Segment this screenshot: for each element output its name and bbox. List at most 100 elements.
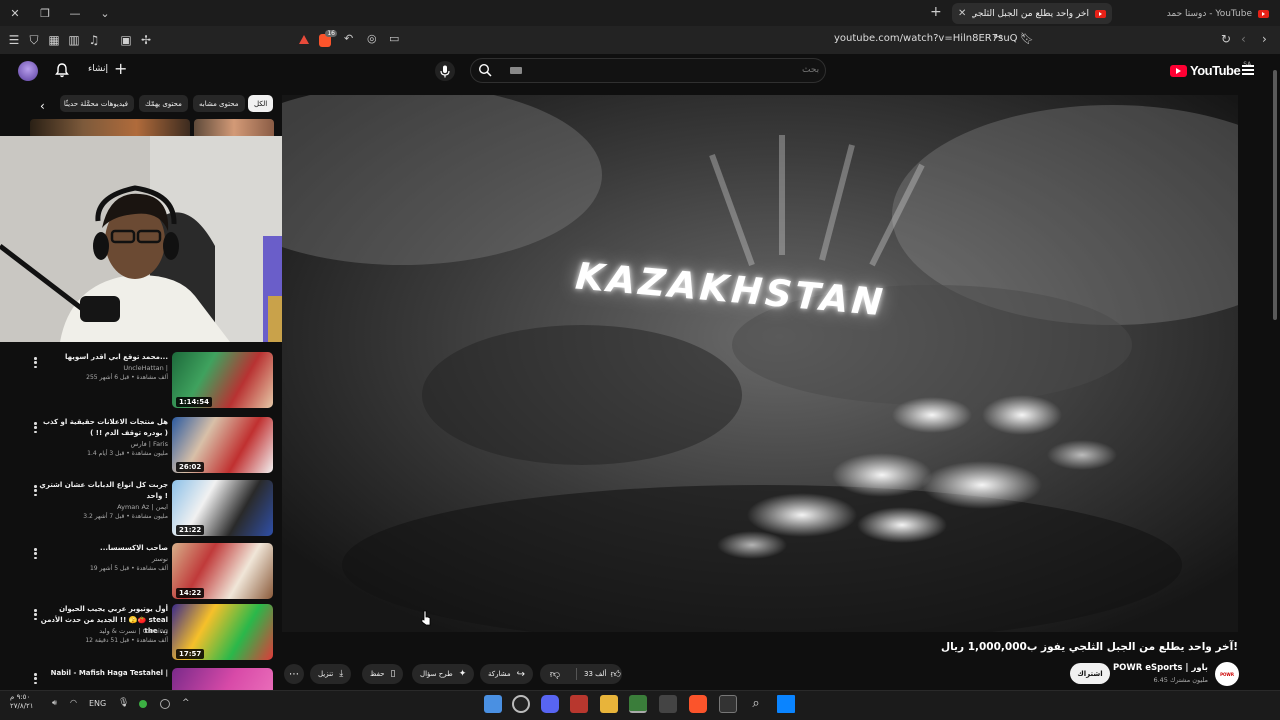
like-button[interactable]: 33 ألف 👍︎	[583, 668, 622, 680]
partial-thumbnail[interactable]	[30, 119, 190, 137]
tray-mic-icon[interactable]: 🎙︎	[118, 698, 129, 708]
back-icon[interactable]: ‹	[1241, 32, 1246, 46]
create-button[interactable]: إنشاء +	[88, 61, 127, 77]
shield-icon[interactable]: ⛉	[24, 26, 44, 54]
minimize-window-icon[interactable]: —	[60, 0, 90, 26]
recommendation-title[interactable]: ...صاحب الاكسسسا	[38, 543, 168, 554]
tab-inactive[interactable]: دوستا حمد - YouTube	[1140, 3, 1275, 24]
notifications-bell-icon[interactable]	[54, 62, 70, 78]
taskbar-app-icon[interactable]	[484, 695, 502, 713]
undo-icon[interactable]: ↶	[344, 32, 353, 45]
subscribe-button[interactable]: اشتراك	[1070, 663, 1110, 684]
channel-avatar[interactable]: POWR	[1215, 662, 1239, 686]
sidebar-icon[interactable]: ▥	[64, 26, 84, 54]
chip-for-you[interactable]: محتوى يهمّك	[139, 95, 188, 112]
screenshot-icon[interactable]: ▣	[116, 26, 136, 54]
forward-icon[interactable]: ›	[1262, 32, 1267, 46]
taskbar-folder-icon[interactable]	[600, 695, 618, 713]
input-language[interactable]: ENG	[89, 699, 106, 708]
download-button[interactable]: تنزيل ⤓	[310, 664, 352, 684]
wifi-icon[interactable]: ◠	[70, 698, 80, 708]
recommendation-item[interactable]: 26:02 هل منتجات الاعلانات حقيقية او كذب (…	[30, 417, 274, 475]
restore-window-icon[interactable]: ❐	[30, 0, 60, 26]
recommendation-channel[interactable]: نوستر	[152, 555, 168, 563]
site-settings-icon[interactable]: ⚯	[994, 32, 1002, 43]
microphone-icon	[440, 65, 450, 77]
taskbar-discord-icon[interactable]	[541, 695, 559, 713]
taskbar-app-icon[interactable]	[629, 695, 647, 713]
recommendation-meta: 19 ألف مشاهدة • قبل 5 أشهر	[89, 565, 168, 572]
taskbar-app-icon[interactable]	[659, 695, 677, 713]
chip-recently-uploaded[interactable]: فيديوهات محمَّلة حديثًا	[60, 95, 134, 112]
tab-active[interactable]: ✕ آخر واحد يطلع من الجبل الثلجي يفو	[952, 3, 1112, 24]
guide-menu-icon[interactable]	[1242, 65, 1254, 75]
more-actions-icon[interactable]: ⋯	[284, 664, 304, 684]
cast-icon[interactable]: ▭	[389, 32, 399, 45]
more-options-icon[interactable]	[34, 609, 37, 620]
close-tab-icon[interactable]: ✕	[958, 8, 966, 19]
recommendation-channel[interactable]: فارس | Faris	[131, 440, 168, 448]
recommendation-item[interactable]: 17:57 أول يوتيوبر عربي يجيب الحيوان الجدي…	[30, 604, 274, 662]
share-button[interactable]: مشاركة ↪	[480, 664, 533, 684]
search-input[interactable]	[470, 58, 826, 83]
chip-related[interactable]: محتوى مشابه	[193, 95, 245, 112]
taskbar-app-icon[interactable]	[570, 695, 588, 713]
recommendation-title[interactable]: محمد توقع ابي اقدر اسويها...	[38, 352, 168, 363]
create-label: إنشاء	[88, 64, 109, 74]
kebab-dot	[34, 489, 37, 492]
more-options-icon[interactable]	[34, 485, 37, 496]
save-button[interactable]: حفظ ▯	[362, 664, 404, 684]
recommendation-title[interactable]: جربت كل انواع الدبابات عشان اشتري واحد !	[38, 480, 168, 502]
dislike-button[interactable]: 👎︎	[540, 664, 570, 684]
recommendation-channel[interactable]: Ayman Az | ايمن	[117, 503, 168, 511]
taskbar-clock[interactable]: ٩:٥٠ م ٢٧/٨/٢١	[10, 693, 34, 711]
extensions-icon[interactable]: ✢	[136, 26, 156, 54]
partial-thumbnail[interactable]	[194, 119, 274, 137]
taskbar-brave-icon[interactable]	[689, 695, 707, 713]
warning-icon[interactable]	[299, 35, 309, 44]
scrollbar-thumb[interactable]	[1273, 70, 1277, 320]
recommendation-item[interactable]: 14:22 ...صاحب الاكسسسا نوستر 19 ألف مشاهدة …	[30, 543, 274, 601]
recommendation-item[interactable]: 21:22 جربت كل انواع الدبابات عشان اشتري و…	[30, 480, 274, 538]
url-bar[interactable]: youtube.com/watch?v=Hiln8ER7suQ	[834, 33, 1018, 44]
like-count: 33 ألف	[584, 670, 607, 678]
recommendation-item[interactable]: 1:14:54 محمد توقع ابي اقدر اسويها... Uncle…	[30, 352, 274, 410]
ask-button[interactable]: طرح سؤال ✦	[412, 664, 475, 684]
recommendation-channel[interactable]: UncleHattan |	[123, 364, 168, 372]
menu-icon[interactable]: ☰	[4, 26, 24, 54]
chip-all[interactable]: الكل	[248, 95, 274, 112]
taskbar-search-icon[interactable]: ⌕	[747, 695, 765, 713]
account-avatar[interactable]	[18, 61, 38, 81]
more-options-icon[interactable]	[34, 357, 37, 368]
search-icon[interactable]	[478, 63, 492, 77]
kebab-dot	[34, 677, 37, 680]
tray-app-icon[interactable]	[160, 699, 170, 709]
reload-icon[interactable]: ↻	[1221, 32, 1231, 46]
more-options-icon[interactable]	[34, 548, 37, 559]
music-icon[interactable]: ♫	[84, 26, 104, 54]
chips-back-chevron-icon[interactable]: ‹	[40, 99, 45, 113]
grid-icon[interactable]: ▦	[44, 26, 64, 54]
more-options-icon[interactable]	[34, 673, 37, 684]
recommendation-title[interactable]: هل منتجات الاعلانات حقيقية او كذب ( بودر…	[38, 417, 168, 439]
more-options-icon[interactable]	[34, 422, 37, 433]
new-tab-icon[interactable]: +	[930, 4, 942, 20]
tray-status-icon[interactable]	[139, 700, 147, 708]
voice-search-button[interactable]	[435, 61, 455, 81]
bookmark-icon[interactable]: 🔖︎	[1020, 32, 1034, 45]
taskbar-app-icon[interactable]	[719, 695, 737, 713]
taskbar-obs-icon[interactable]	[512, 695, 530, 713]
keyboard-icon[interactable]	[510, 67, 522, 74]
speaker-icon[interactable]: 🔊︎	[52, 698, 62, 708]
channel-name[interactable]: POWR eSports | باور	[1113, 663, 1208, 673]
recommendation-channel[interactable]: نسرت & وليد | Gaming	[99, 627, 168, 635]
start-menu-icon[interactable]	[777, 695, 795, 713]
brave-shield-icon[interactable]: 16	[319, 30, 337, 47]
youtube-logo[interactable]: YouTube SA	[1170, 61, 1251, 78]
tray-expand-chevron-icon[interactable]: ^	[182, 698, 192, 708]
recommendation-title[interactable]: Nabil - Mafish Haga Testahel |	[38, 668, 168, 679]
close-window-icon[interactable]: ✕	[0, 0, 30, 26]
translate-icon[interactable]: ◎	[367, 32, 377, 45]
video-player[interactable]	[282, 95, 1238, 632]
tab-list-chevron-icon[interactable]: ⌄	[90, 0, 120, 26]
